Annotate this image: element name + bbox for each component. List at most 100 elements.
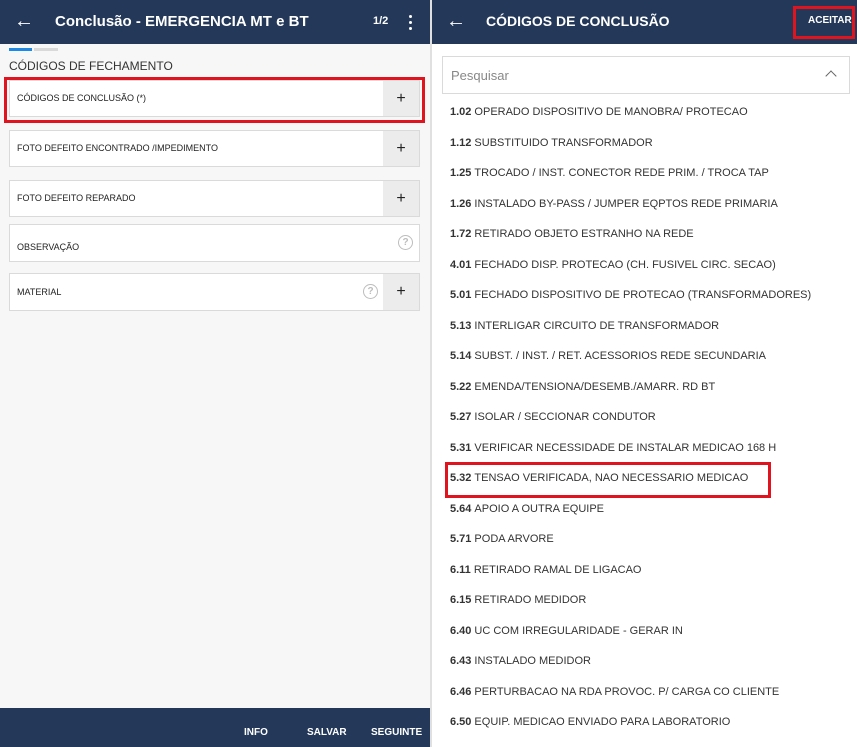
list-item[interactable]: 5.64 APOIO A OUTRA EQUIPE (432, 494, 857, 525)
field-conclusion-codes[interactable]: CÓDIGOS DE CONCLUSÃO (*) + (9, 80, 420, 117)
list-item[interactable]: 6.15 RETIRADO MEDIDOR (432, 585, 857, 616)
help-circle-icon[interactable]: ? (363, 284, 378, 299)
item-text: PODA ARVORE (474, 533, 554, 546)
item-code: 1.02 (450, 106, 472, 119)
item-code: 5.31 (450, 441, 472, 454)
save-button[interactable]: SALVAR (307, 727, 347, 738)
info-button[interactable]: INFO (244, 727, 268, 738)
field-label: MATERIAL (17, 287, 62, 297)
picker-title: CÓDIGOS DE CONCLUSÃO (486, 13, 670, 29)
plus-icon[interactable]: + (383, 81, 419, 116)
item-code: 5.32 (450, 472, 472, 485)
item-text: ISOLAR / SECCIONAR CONDUTOR (474, 411, 656, 424)
tab-indicator-inactive[interactable] (34, 48, 58, 51)
item-text: INTERLIGAR CIRCUITO DE TRANSFORMADOR (474, 319, 720, 332)
item-text: INSTALADO MEDIDOR (474, 655, 591, 668)
item-code: 5.22 (450, 380, 472, 393)
field-photo-defect-repaired[interactable]: FOTO DEFEITO REPARADO + (9, 180, 420, 217)
list-item[interactable]: 5.27 ISOLAR / SECCIONAR CONDUTOR (432, 402, 857, 433)
plus-icon[interactable]: + (383, 131, 419, 166)
field-observation[interactable]: OBSERVAÇÃO ? (9, 224, 420, 262)
list-item[interactable]: 1.02 OPERADO DISPOSITIVO DE MANOBRA/ PROT… (432, 97, 857, 128)
item-code: 6.46 (450, 685, 472, 698)
item-code: 6.40 (450, 624, 472, 637)
search-box[interactable] (442, 56, 850, 94)
list-item[interactable]: 5.01 FECHADO DISPOSITIVO DE PROTECAO (TRA… (432, 280, 857, 311)
chevron-up-icon[interactable] (825, 70, 837, 82)
back-arrow-icon[interactable]: ← (446, 10, 466, 32)
list-item[interactable]: 6.50 EQUIP. MEDICAO ENVIADO PARA LABORATO… (432, 707, 857, 738)
conclusion-form-panel: ← Conclusão - EMERGENCIA MT e BT 1/2 CÓD… (0, 0, 430, 747)
section-title: CÓDIGOS DE FECHAMENTO (9, 59, 173, 73)
page-counter: 1/2 (373, 15, 389, 27)
item-code: 5.64 (450, 502, 472, 515)
item-text: INSTALADO BY-PASS / JUMPER EQPTOS REDE P… (474, 197, 778, 210)
list-item[interactable]: 1.12 SUBSTITUIDO TRANSFORMADOR (432, 128, 857, 159)
item-text: VERIFICAR NECESSIDADE DE INSTALAR MEDICA… (474, 441, 777, 454)
item-text: OPERADO DISPOSITIVO DE MANOBRA/ PROTECAO (474, 106, 748, 119)
item-code: 5.27 (450, 411, 472, 424)
item-text: SUBST. / INST. / RET. ACESSORIOS REDE SE… (474, 350, 766, 363)
next-button[interactable]: SEGUINTE (371, 727, 422, 738)
item-text: RETIRADO OBJETO ESTRANHO NA REDE (474, 228, 694, 241)
bottom-action-bar: INFO SALVAR SEGUINTE (0, 708, 430, 747)
list-item[interactable]: 6.43 INSTALADO MEDIDOR (432, 646, 857, 677)
item-code: 4.01 (450, 258, 472, 271)
item-code: 1.26 (450, 197, 472, 210)
search-input[interactable] (451, 66, 811, 84)
field-photo-defect-found[interactable]: FOTO DEFEITO ENCONTRADO /IMPEDIMENTO + (9, 130, 420, 167)
accept-button[interactable]: ACEITAR (808, 15, 852, 26)
item-text: EMENDA/TENSIONA/DESEMB./AMARR. RD BT (474, 380, 716, 393)
item-text: PERTURBACAO NA RDA PROVOC. P/ CARGA CO C… (474, 685, 780, 698)
help-circle-icon[interactable]: ? (398, 235, 413, 250)
item-code: 5.71 (450, 533, 472, 546)
item-text: EQUIP. MEDICAO ENVIADO PARA LABORATORIO (474, 716, 731, 729)
list-item[interactable]: 4.01 FECHADO DISP. PROTECAO (CH. FUSIVEL … (432, 250, 857, 281)
plus-icon[interactable]: + (383, 274, 419, 310)
item-text: UC COM IRREGULARIDADE - GERAR IN (474, 624, 683, 637)
list-item[interactable]: 5.14 SUBST. / INST. / RET. ACESSORIOS RED… (432, 341, 857, 372)
tab-indicator-active[interactable] (9, 48, 32, 51)
field-label: CÓDIGOS DE CONCLUSÃO (*) (17, 93, 147, 103)
list-item[interactable]: 6.46 PERTURBACAO NA RDA PROVOC. P/ CARGA … (432, 677, 857, 708)
item-code: 5.01 (450, 289, 472, 302)
item-text: RETIRADO RAMAL DE LIGACAO (473, 563, 642, 576)
list-item-highlighted[interactable]: 5.32 TENSAO VERIFICADA, NAO NECESSARIO ME… (432, 463, 857, 494)
left-app-bar: ← Conclusão - EMERGENCIA MT e BT 1/2 (0, 0, 430, 44)
back-arrow-icon[interactable]: ← (14, 10, 34, 32)
item-code: 6.43 (450, 655, 472, 668)
item-code: 6.15 (450, 594, 472, 607)
field-label: FOTO DEFEITO REPARADO (17, 193, 136, 203)
item-code: 1.12 (450, 136, 472, 149)
item-code: 1.25 (450, 167, 472, 180)
item-code: 6.11 (450, 563, 471, 576)
list-item[interactable]: 6.11 RETIRADO RAMAL DE LIGACAO (432, 555, 857, 586)
item-text: APOIO A OUTRA EQUIPE (474, 502, 605, 515)
codes-list: 1.02 OPERADO DISPOSITIVO DE MANOBRA/ PROT… (432, 97, 857, 738)
list-item[interactable]: 1.26 INSTALADO BY-PASS / JUMPER EQPTOS RE… (432, 189, 857, 220)
plus-icon[interactable]: + (383, 181, 419, 216)
item-code: 5.13 (450, 319, 472, 332)
item-text: FECHADO DISPOSITIVO DE PROTECAO (TRANSFO… (474, 289, 812, 302)
page-title: Conclusão - EMERGENCIA MT e BT (55, 13, 309, 30)
item-code: 1.72 (450, 228, 472, 241)
more-vert-icon[interactable] (405, 12, 417, 32)
list-item[interactable]: 5.31 VERIFICAR NECESSIDADE DE INSTALAR ME… (432, 433, 857, 464)
item-text: RETIRADO MEDIDOR (474, 594, 587, 607)
item-text: FECHADO DISP. PROTECAO (CH. FUSIVEL CIRC… (474, 258, 776, 271)
list-item[interactable]: 5.71 PODA ARVORE (432, 524, 857, 555)
field-label: OBSERVAÇÃO (17, 242, 80, 252)
list-item[interactable]: 5.22 EMENDA/TENSIONA/DESEMB./AMARR. RD BT (432, 372, 857, 403)
field-label: FOTO DEFEITO ENCONTRADO /IMPEDIMENTO (17, 143, 219, 153)
field-material[interactable]: MATERIAL ? + (9, 273, 420, 311)
list-item[interactable]: 5.13 INTERLIGAR CIRCUITO DE TRANSFORMADOR (432, 311, 857, 342)
list-item[interactable]: 6.40 UC COM IRREGULARIDADE - GERAR IN (432, 616, 857, 647)
list-item[interactable]: 1.25 TROCADO / INST. CONECTOR REDE PRIM. … (432, 158, 857, 189)
codes-picker-panel: ← CÓDIGOS DE CONCLUSÃO ACEITAR 1.02OPERA… (432, 0, 857, 747)
item-code: 6.50 (450, 716, 472, 729)
item-code: 5.14 (450, 350, 472, 363)
item-text: TENSAO VERIFICADA, NAO NECESSARIO MEDICA… (474, 472, 749, 485)
item-text: TROCADO / INST. CONECTOR REDE PRIM. / TR… (474, 167, 769, 180)
right-app-bar: ← CÓDIGOS DE CONCLUSÃO ACEITAR (432, 0, 857, 44)
list-item[interactable]: 1.72 RETIRADO OBJETO ESTRANHO NA REDE (432, 219, 857, 250)
